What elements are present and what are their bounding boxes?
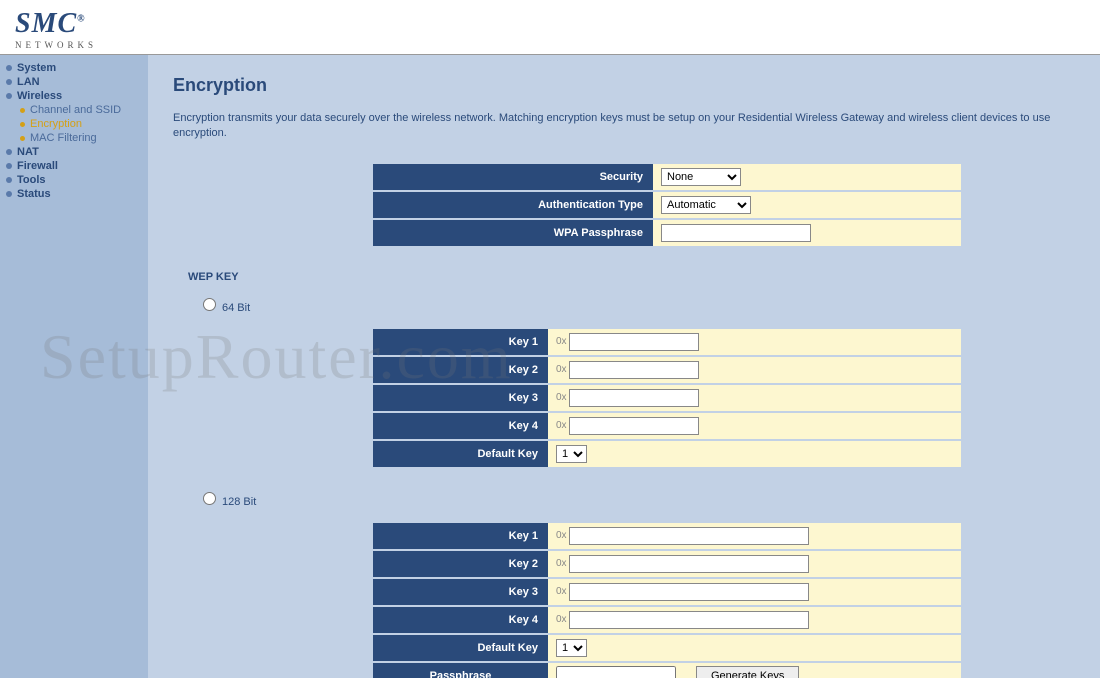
key4-64-input[interactable]	[569, 417, 699, 435]
sidebar-item-status[interactable]: Status	[0, 187, 148, 201]
security-form: Security None Authentication Type Automa…	[373, 164, 1075, 246]
key3-64-input[interactable]	[569, 389, 699, 407]
sidebar-label: NAT	[17, 146, 39, 158]
sidebar-item-lan[interactable]: LAN	[0, 75, 148, 89]
bullet-icon	[6, 79, 12, 85]
key2-64-input[interactable]	[569, 361, 699, 379]
key4-label: Key 4	[373, 413, 548, 439]
wep-64-option[interactable]: 64 Bit	[203, 298, 1075, 314]
wpa-passphrase-input[interactable]	[661, 224, 811, 242]
sidebar-label: Tools	[17, 174, 46, 186]
sidebar-label: LAN	[17, 76, 40, 88]
hex-prefix: 0x	[556, 336, 567, 347]
hex-prefix: 0x	[556, 530, 567, 541]
default-key-128-select[interactable]: 1	[556, 639, 587, 657]
bullet-icon	[6, 177, 12, 183]
bullet-icon	[20, 136, 25, 141]
wep-64-form: Key 1 0x Key 2 0x Key 3 0x Key 4 0x Default …	[373, 329, 1075, 467]
sidebar-item-wireless[interactable]: Wireless	[0, 89, 148, 103]
wpa-passphrase-label: WPA Passphrase	[373, 220, 653, 246]
header: SMC® Networks	[0, 0, 1100, 55]
sidebar-label: System	[17, 62, 56, 74]
passphrase-input[interactable]	[556, 666, 676, 678]
key2-128-input[interactable]	[569, 555, 809, 573]
hex-prefix: 0x	[556, 392, 567, 403]
logo-text: SMC	[15, 8, 77, 39]
key2-label: Key 2	[373, 551, 548, 577]
key4-label: Key 4	[373, 607, 548, 633]
key1-label: Key 1	[373, 329, 548, 355]
wep-64-radio[interactable]	[203, 298, 216, 311]
content: Encryption Encryption transmits your dat…	[148, 55, 1100, 678]
key3-128-input[interactable]	[569, 583, 809, 601]
default-key-label: Default Key	[373, 635, 548, 661]
sidebar-item-tools[interactable]: Tools	[0, 173, 148, 187]
wep-128-option[interactable]: 128 Bit	[203, 492, 1075, 508]
auth-type-select[interactable]: Automatic	[661, 196, 751, 214]
key3-label: Key 3	[373, 385, 548, 411]
bullet-icon	[6, 149, 12, 155]
hex-prefix: 0x	[556, 558, 567, 569]
default-key-label: Default Key	[373, 441, 548, 467]
generate-keys-button[interactable]: Generate Keys	[696, 666, 799, 678]
bullet-icon	[6, 191, 12, 197]
hex-prefix: 0x	[556, 420, 567, 431]
reg-mark: ®	[77, 14, 85, 25]
bullet-icon	[20, 108, 25, 113]
sidebar-label: Firewall	[17, 160, 58, 172]
key4-128-input[interactable]	[569, 611, 809, 629]
logo-tagline: Networks	[15, 40, 1085, 50]
wep-128-form: Key 1 0x Key 2 0x Key 3 0x Key 4 0x Default …	[373, 523, 1075, 678]
auth-type-label: Authentication Type	[373, 192, 653, 218]
key1-64-input[interactable]	[569, 333, 699, 351]
sidebar-label: MAC Filtering	[30, 132, 97, 144]
sidebar-item-channel-ssid[interactable]: Channel and SSID	[0, 103, 148, 117]
security-select[interactable]: None	[661, 168, 741, 186]
bullet-icon	[6, 93, 12, 99]
key2-label: Key 2	[373, 357, 548, 383]
sidebar-item-mac-filtering[interactable]: MAC Filtering	[0, 131, 148, 145]
logo: SMC® Networks	[15, 8, 1085, 50]
bullet-icon	[20, 122, 25, 127]
passphrase-label: Passphrase	[373, 663, 548, 678]
sidebar-label: Wireless	[17, 90, 62, 102]
sidebar-item-encryption[interactable]: Encryption	[0, 117, 148, 131]
wep-128-label: 128 Bit	[222, 496, 256, 508]
wep-128-radio[interactable]	[203, 492, 216, 505]
hex-prefix: 0x	[556, 586, 567, 597]
sidebar-item-system[interactable]: System	[0, 61, 148, 75]
hex-prefix: 0x	[556, 614, 567, 625]
bullet-icon	[6, 65, 12, 71]
sidebar-label: Channel and SSID	[30, 104, 121, 116]
bullet-icon	[6, 163, 12, 169]
security-label: Security	[373, 164, 653, 190]
sidebar-label: Status	[17, 188, 51, 200]
page-description: Encryption transmits your data securely …	[173, 111, 1075, 142]
sidebar: System LAN Wireless Channel and SSID Enc…	[0, 55, 148, 678]
wep-section-label: WEP KEY	[188, 271, 1075, 283]
key1-128-input[interactable]	[569, 527, 809, 545]
key3-label: Key 3	[373, 579, 548, 605]
sidebar-item-firewall[interactable]: Firewall	[0, 159, 148, 173]
sidebar-item-nat[interactable]: NAT	[0, 145, 148, 159]
hex-prefix: 0x	[556, 364, 567, 375]
sidebar-label: Encryption	[30, 118, 82, 130]
default-key-64-select[interactable]: 1	[556, 445, 587, 463]
key1-label: Key 1	[373, 523, 548, 549]
wep-64-label: 64 Bit	[222, 302, 250, 314]
page-title: Encryption	[173, 75, 1075, 96]
